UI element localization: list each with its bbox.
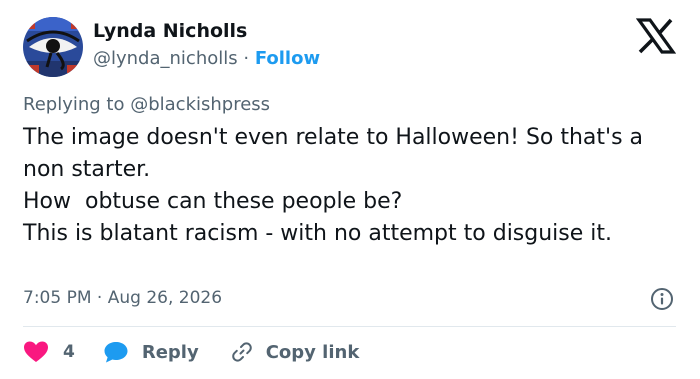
- author-handle-row: @lynda_nicholls · Follow: [93, 48, 320, 69]
- reply-mention-link[interactable]: @blackishpress: [130, 94, 270, 115]
- tweet-timestamp[interactable]: 7:05 PM · Aug 26, 2026: [23, 288, 222, 308]
- divider: [23, 326, 676, 327]
- timestamp-time: 7:05 PM: [23, 288, 92, 308]
- like-count: 4: [63, 342, 75, 362]
- reply-button[interactable]: Reply: [103, 340, 199, 364]
- follow-button[interactable]: Follow: [255, 48, 320, 69]
- like-heart-icon[interactable]: [23, 340, 49, 364]
- timestamp-date: Aug 26, 2026: [107, 288, 223, 308]
- reply-context-prefix: Replying to: [23, 94, 125, 115]
- reply-context: Replying to @blackishpress: [23, 94, 270, 115]
- copy-link-button[interactable]: Copy link: [230, 340, 360, 364]
- x-logo-icon[interactable]: [635, 18, 677, 54]
- copy-link-label: Copy link: [265, 341, 360, 363]
- reply-bubble-icon: [103, 340, 129, 364]
- author-name[interactable]: Lynda Nicholls: [93, 20, 247, 42]
- timestamp-separator: ·: [96, 288, 103, 308]
- author-handle[interactable]: @lynda_nicholls: [93, 48, 238, 69]
- link-icon: [230, 340, 254, 364]
- action-bar: 4 Reply Copy link: [23, 336, 359, 368]
- avatar[interactable]: [23, 17, 83, 77]
- reply-label: Reply: [141, 341, 199, 363]
- info-icon[interactable]: [650, 287, 674, 311]
- separator-dot: ·: [243, 48, 250, 69]
- tweet-text: The image doesn't even relate to Hallowe…: [23, 125, 644, 246]
- tweet-card: Lynda Nicholls @lynda_nicholls · Follow …: [0, 0, 700, 379]
- avatar-image: [23, 17, 83, 77]
